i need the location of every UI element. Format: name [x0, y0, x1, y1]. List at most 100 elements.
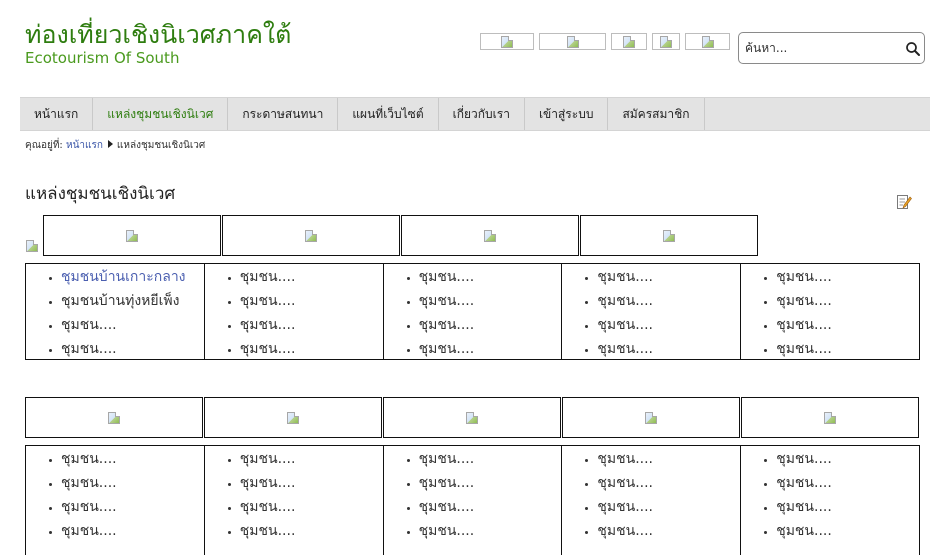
list-item: ชุมชน.... — [597, 337, 740, 361]
nav-item-about[interactable]: เกี่ยวกับเรา — [439, 98, 525, 130]
list-item: ชุมชน.... — [419, 447, 562, 471]
list-item: ชุมชน.... — [61, 447, 204, 471]
nav-item-login[interactable]: เข้าสู่ระบบ — [525, 98, 609, 130]
broken-image-icon — [126, 229, 138, 242]
community-list-grid-1: ชุมชนบ้านเกาะกลาง ชุมชนบ้านทุ่งหยีเพ็ง ช… — [25, 263, 920, 360]
breadcrumb-current: แหล่งชุมชนเชิงนิเวศ — [116, 140, 206, 151]
list-item: ชุมชน.... — [240, 495, 383, 519]
list-item: ชุมชน.... — [240, 519, 383, 543]
list-item: ชุมชน.... — [419, 265, 562, 289]
community-column: ชุมชน.... ชุมชน.... ชุมชน.... ชุมชน.... — [205, 264, 384, 359]
search-box — [738, 32, 925, 64]
community-image[interactable] — [25, 397, 203, 438]
list-item: ชุมชน.... — [776, 289, 919, 313]
list-item: ชุมชน.... — [776, 495, 919, 519]
breadcrumb-home-link[interactable]: หน้าแรก — [66, 140, 103, 151]
banner-image-4[interactable] — [652, 33, 680, 50]
list-item: ชุมชน.... — [419, 337, 562, 361]
community-column: ชุมชน.... ชุมชน.... ชุมชน.... ชุมชน.... — [205, 446, 384, 555]
community-column: ชุมชน.... ชุมชน.... ชุมชน.... ชุมชน.... — [384, 264, 563, 359]
list-item: ชุมชน.... — [240, 337, 383, 361]
site-subtitle: Ecotourism Of South — [25, 49, 180, 67]
list-item: ชุมชน.... — [419, 519, 562, 543]
list-item: ชุมชน.... — [419, 313, 562, 337]
broken-image-icon — [287, 411, 299, 424]
community-column: ชุมชน.... ชุมชน.... ชุมชน.... ชุมชน.... — [384, 446, 563, 555]
list-item: ชุมชน.... — [240, 447, 383, 471]
nav-item-home[interactable]: หน้าแรก — [20, 98, 94, 130]
community-image[interactable] — [741, 397, 919, 438]
list-item: ชุมชน.... — [776, 447, 919, 471]
list-item: ชุมชน.... — [419, 471, 562, 495]
community-column: ชุมชน.... ชุมชน.... ชุมชน.... ชุมชน.... — [741, 264, 919, 359]
banner-image-1[interactable] — [480, 33, 534, 50]
community-image[interactable] — [562, 397, 740, 438]
community-image[interactable] — [222, 215, 400, 256]
list-item: ชุมชน.... — [61, 519, 204, 543]
list-item: ชุมชน.... — [597, 471, 740, 495]
main-nav: หน้าแรก แหล่งชุมชนเชิงนิเวศ กระดาษสนทนา … — [20, 97, 930, 131]
list-item: ชุมชน.... — [597, 447, 740, 471]
community-image[interactable] — [580, 215, 758, 256]
community-image[interactable] — [401, 215, 579, 256]
banner-image-5[interactable] — [685, 33, 730, 50]
broken-image-icon — [501, 35, 513, 48]
list-item: ชุมชน.... — [240, 471, 383, 495]
community-column: ชุมชน.... ชุมชน.... ชุมชน.... ชุมชน.... — [26, 446, 205, 555]
nav-item-sitemap[interactable]: แผนที่เว็บไซต์ — [338, 98, 439, 130]
list-item: ชุมชน.... — [776, 265, 919, 289]
list-item: ชุมชน.... — [419, 495, 562, 519]
list-item: ชุมชน.... — [240, 313, 383, 337]
list-item: ชุมชน.... — [776, 471, 919, 495]
list-item: ชุมชน.... — [61, 471, 204, 495]
list-item: ชุมชน.... — [61, 313, 204, 337]
community-column: ชุมชน.... ชุมชน.... ชุมชน.... ชุมชน.... — [562, 446, 742, 555]
small-broken-image-icon — [26, 240, 38, 252]
list-item[interactable]: ชุมชนบ้านเกาะกลาง — [61, 265, 204, 289]
list-item: ชุมชน.... — [240, 265, 383, 289]
list-item: ชุมชน.... — [776, 519, 919, 543]
list-item: ชุมชน.... — [776, 313, 919, 337]
breadcrumb-prefix: คุณอยู่ที่: — [25, 140, 63, 151]
broken-image-icon — [824, 411, 836, 424]
site-title: ท่องเที่ยวเชิงนิเวศภาคใต้ — [25, 20, 292, 49]
list-item: ชุมชน.... — [776, 337, 919, 361]
list-item: ชุมชน.... — [61, 495, 204, 519]
list-item: ชุมชน.... — [419, 289, 562, 313]
broken-image-icon — [645, 411, 657, 424]
list-item: ชุมชน.... — [61, 337, 204, 361]
list-item: ชุมชน.... — [597, 495, 740, 519]
broken-image-icon — [660, 35, 672, 48]
broken-image-icon — [701, 35, 714, 48]
search-icon[interactable] — [905, 41, 921, 57]
broken-image-icon — [566, 35, 579, 48]
nav-item-eco-communities[interactable]: แหล่งชุมชนเชิงนิเวศ — [93, 98, 229, 130]
breadcrumb-arrow-icon — [107, 140, 113, 148]
list-item: ชุมชน.... — [597, 313, 740, 337]
community-column: ชุมชนบ้านเกาะกลาง ชุมชนบ้านทุ่งหยีเพ็ง ช… — [26, 264, 205, 359]
community-list-grid-2: ชุมชน.... ชุมชน.... ชุมชน.... ชุมชน.... … — [25, 445, 920, 555]
image-row-2 — [25, 397, 920, 438]
community-image[interactable] — [204, 397, 382, 438]
community-column: ชุมชน.... ชุมชน.... ชุมชน.... ชุมชน.... — [562, 264, 742, 361]
broken-image-icon — [484, 229, 496, 242]
community-image[interactable] — [383, 397, 561, 438]
broken-image-icon — [305, 229, 317, 242]
list-item: ชุมชน.... — [597, 265, 740, 289]
edit-icon[interactable] — [896, 194, 912, 210]
list-item: ชุมชน.... — [597, 519, 740, 543]
broken-image-icon — [466, 411, 478, 424]
community-image[interactable] — [43, 215, 221, 256]
search-input[interactable] — [745, 40, 900, 56]
broken-image-icon — [623, 35, 635, 48]
list-item: ชุมชนบ้านทุ่งหยีเพ็ง — [61, 289, 204, 313]
nav-item-forum[interactable]: กระดาษสนทนา — [228, 98, 339, 130]
banner-image-2[interactable] — [539, 33, 606, 50]
breadcrumb: คุณอยู่ที่: หน้าแรก แหล่งชุมชนเชิงนิเวศ — [25, 140, 205, 152]
list-item: ชุมชน.... — [597, 289, 740, 313]
banner-image-3[interactable] — [611, 33, 647, 50]
broken-image-icon — [108, 411, 120, 424]
nav-item-register[interactable]: สมัครสมาชิก — [608, 98, 705, 130]
community-column: ชุมชน.... ชุมชน.... ชุมชน.... ชุมชน.... — [741, 446, 919, 555]
page-title: แหล่งชุมชนเชิงนิเวศ — [25, 184, 176, 204]
